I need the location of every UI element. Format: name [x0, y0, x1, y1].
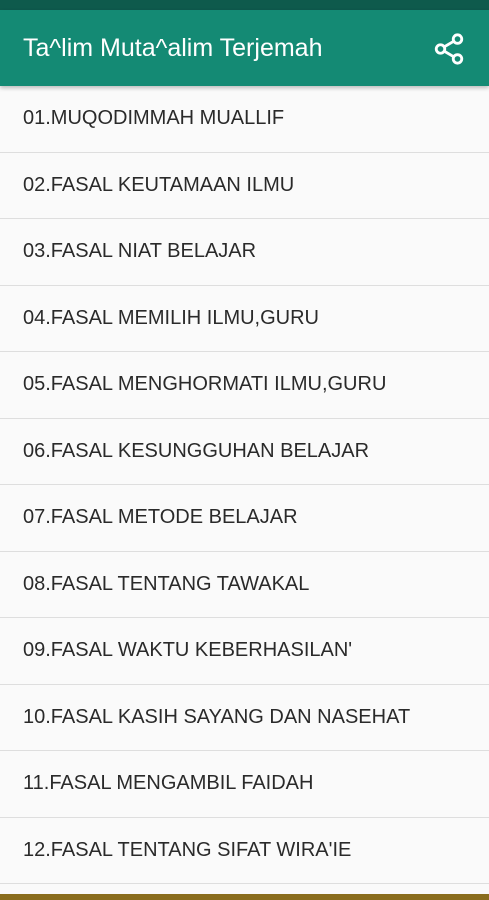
app-title: Ta^lim Muta^alim Terjemah: [23, 34, 323, 62]
app-bar: Ta^lim Muta^alim Terjemah: [0, 10, 489, 86]
list-item[interactable]: 10.FASAL KASIH SAYANG DAN NASEHAT: [0, 684, 489, 751]
list-item[interactable]: 04.FASAL MEMILIH ILMU,GURU: [0, 285, 489, 352]
list-item-label: 12.FASAL TENTANG SIFAT WIRA'IE: [23, 838, 352, 861]
share-button[interactable]: [428, 28, 470, 70]
list-item[interactable]: 08.FASAL TENTANG TAWAKAL: [0, 551, 489, 618]
list-item[interactable]: 09.FASAL WAKTU KEBERHASILAN': [0, 618, 489, 685]
list-item-label: 06.FASAL KESUNGGUHAN BELAJAR: [23, 439, 370, 462]
list-item-label: 09.FASAL WAKTU KEBERHASILAN': [23, 639, 353, 662]
list-item[interactable]: 01.MUQODIMMAH MUALLIF: [0, 86, 489, 153]
list-item-label: 10.FASAL KASIH SAYANG DAN NASEHAT: [23, 705, 411, 728]
list-item-label: 04.FASAL MEMILIH ILMU,GURU: [23, 306, 319, 329]
list-item-label: 11.FASAL MENGAMBIL FAIDAH: [23, 772, 314, 795]
bottom-accent-bar: [0, 894, 489, 900]
list-item-label: 07.FASAL METODE BELAJAR: [23, 506, 298, 529]
list-item[interactable]: 07.FASAL METODE BELAJAR: [0, 485, 489, 552]
list-item[interactable]: 11.FASAL MENGAMBIL FAIDAH: [0, 751, 489, 818]
list-item[interactable]: 03.FASAL NIAT BELAJAR: [0, 219, 489, 286]
list-item-label: 03.FASAL NIAT BELAJAR: [23, 240, 257, 263]
list-item[interactable]: 06.FASAL KESUNGGUHAN BELAJAR: [0, 418, 489, 485]
list-item[interactable]: 12.FASAL TENTANG SIFAT WIRA'IE: [0, 817, 489, 884]
list-item[interactable]: 05.FASAL MENGHORMATI ILMU,GURU: [0, 352, 489, 419]
list-item-label: 02.FASAL KEUTAMAAN ILMU: [23, 173, 295, 196]
list-item-label: 01.MUQODIMMAH MUALLIF: [23, 107, 285, 130]
chapter-list: 01.MUQODIMMAH MUALLIF 02.FASAL KEUTAMAAN…: [0, 86, 489, 890]
list-item[interactable]: 02.FASAL KEUTAMAAN ILMU: [0, 152, 489, 219]
list-item-label: 05.FASAL MENGHORMATI ILMU,GURU: [23, 373, 387, 396]
list-item-label: 08.FASAL TENTANG TAWAKAL: [23, 572, 310, 595]
share-icon: [434, 33, 464, 65]
status-bar: [0, 0, 489, 10]
